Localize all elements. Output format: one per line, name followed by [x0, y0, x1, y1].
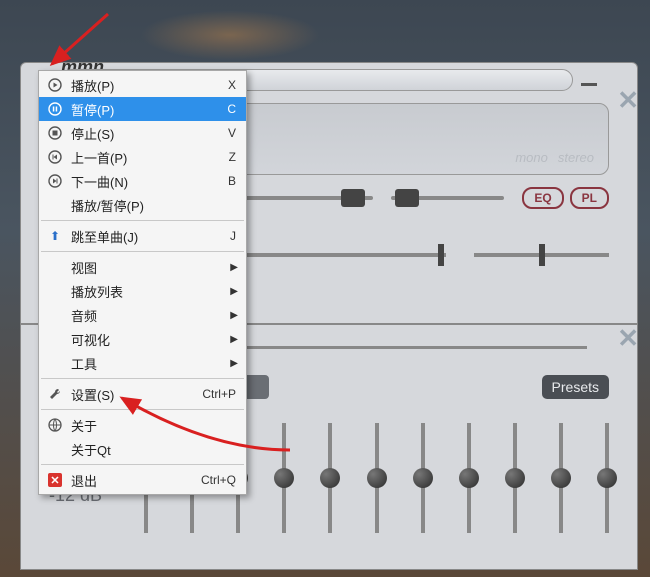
menu-audio[interactable]: 音频 ▶: [39, 303, 246, 327]
menu-next[interactable]: 下一曲(N) B: [39, 169, 246, 193]
divider: [41, 409, 244, 410]
slider-knob[interactable]: [459, 468, 479, 488]
divider: [213, 346, 587, 349]
menu-about[interactable]: 关于: [39, 413, 246, 437]
pl-button[interactable]: PL: [570, 187, 609, 209]
eq-band-slider[interactable]: [467, 423, 471, 533]
stereo-label: stereo: [558, 150, 594, 165]
prev-circle-icon: [45, 150, 65, 164]
slider-knob[interactable]: [274, 468, 294, 488]
divider: [41, 378, 244, 379]
arrow-up-icon: ⬆: [45, 229, 65, 243]
next-circle-icon: [45, 174, 65, 188]
close-icon[interactable]: ✕: [617, 85, 639, 116]
context-menu: 播放(P) X 暂停(P) C 停止(S) V 上一首(P) Z 下一曲(N) …: [38, 70, 247, 495]
play-circle-icon: [45, 78, 65, 92]
balance-slider[interactable]: [474, 253, 609, 257]
menu-pause[interactable]: 暂停(P) C: [39, 97, 246, 121]
pause-circle-icon: [45, 102, 65, 116]
minimize-button[interactable]: [581, 83, 597, 86]
menu-visualization[interactable]: 可视化 ▶: [39, 327, 246, 351]
slider-thumb[interactable]: [438, 244, 444, 266]
menu-view[interactable]: 视图 ▶: [39, 255, 246, 279]
chevron-right-icon: ▶: [230, 334, 238, 345]
eq-band-slider[interactable]: [375, 423, 379, 533]
menu-exit[interactable]: ✕ 退出 Ctrl+Q: [39, 468, 246, 492]
slider-knob[interactable]: [367, 468, 387, 488]
menu-about-qt[interactable]: 关于Qt: [39, 437, 246, 461]
menu-play-pause[interactable]: 播放/暂停(P): [39, 193, 246, 217]
menu-play[interactable]: 播放(P) X: [39, 73, 246, 97]
stop-circle-icon: [45, 126, 65, 140]
slider-knob[interactable]: [505, 468, 525, 488]
mono-label: mono: [515, 150, 548, 165]
chevron-right-icon: ▶: [230, 262, 238, 273]
globe-icon: [45, 418, 65, 432]
wrench-icon: [45, 387, 65, 401]
slider-thumb[interactable]: [539, 244, 545, 266]
slider-thumb[interactable]: [395, 189, 419, 207]
close-icon[interactable]: ✕: [617, 323, 639, 354]
eq-band-slider[interactable]: [328, 423, 332, 533]
menu-jump[interactable]: ⬆ 跳至单曲(J) J: [39, 224, 246, 248]
divider: [41, 464, 244, 465]
slider-knob[interactable]: [320, 468, 340, 488]
menu-settings[interactable]: 设置(S) Ctrl+P: [39, 382, 246, 406]
menu-stop[interactable]: 停止(S) V: [39, 121, 246, 145]
slider-knob[interactable]: [413, 468, 433, 488]
secondary-slider[interactable]: [391, 196, 504, 200]
slider-thumb[interactable]: [341, 189, 365, 207]
eq-band-slider[interactable]: [421, 423, 425, 533]
eq-band-slider[interactable]: [605, 423, 609, 533]
chevron-right-icon: ▶: [230, 358, 238, 369]
menu-playlist[interactable]: 播放列表 ▶: [39, 279, 246, 303]
divider: [41, 220, 244, 221]
eq-button[interactable]: EQ: [522, 187, 563, 209]
exit-icon: ✕: [45, 473, 65, 487]
menu-prev[interactable]: 上一首(P) Z: [39, 145, 246, 169]
slider-knob[interactable]: [551, 468, 571, 488]
eq-band-slider[interactable]: [282, 423, 286, 533]
presets-button[interactable]: Presets: [542, 375, 609, 399]
eq-band-slider[interactable]: [513, 423, 517, 533]
eq-band-slider[interactable]: [559, 423, 563, 533]
chevron-right-icon: ▶: [230, 310, 238, 321]
divider: [41, 251, 244, 252]
slider-knob[interactable]: [597, 468, 617, 488]
eq-pl-group: EQ PL: [522, 187, 609, 209]
menu-tools[interactable]: 工具 ▶: [39, 351, 246, 375]
chevron-right-icon: ▶: [230, 286, 238, 297]
